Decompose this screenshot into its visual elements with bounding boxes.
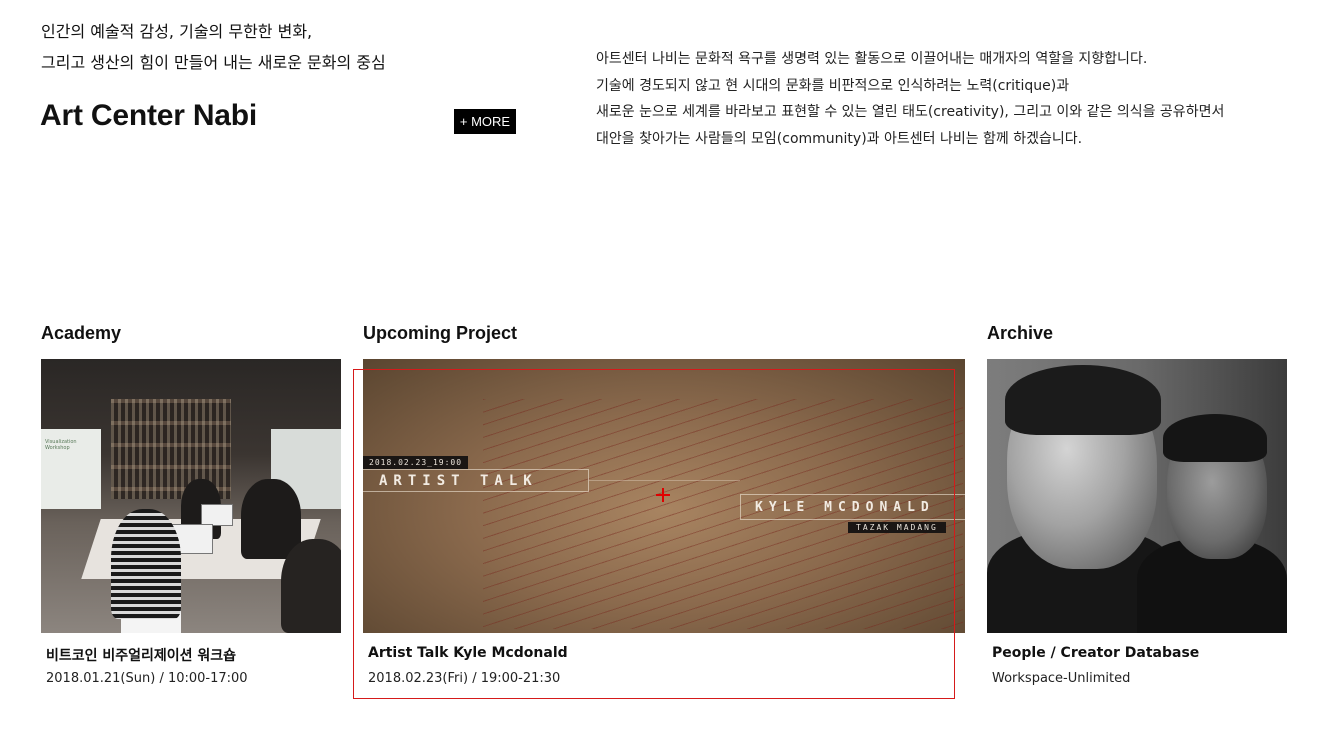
poster-venue-tag: TAZAK MADANG <box>848 522 946 533</box>
upcoming-date: 2018.02.23(Fri) / 19:00-21:30 <box>368 671 561 686</box>
screen-caption: Visualization Workshop <box>45 439 77 451</box>
more-button[interactable]: + MORE <box>454 109 516 134</box>
academy-date: 2018.01.21(Sun) / 10:00-17:00 <box>46 671 248 686</box>
archive-subtitle: Workspace-Unlimited <box>992 671 1131 686</box>
mission-line-1: 아트센터 나비는 문화적 욕구를 생명력 있는 활동으로 이끌어내는 매개자의 … <box>596 51 1148 67</box>
laptop <box>201 504 233 526</box>
archive-image[interactable] <box>987 359 1287 633</box>
poster-artist-label: KYLE MCDONALD <box>740 494 965 520</box>
archive-title[interactable]: People / Creator Database <box>992 645 1199 661</box>
intro-tagline: 인간의 예술적 감성, 기술의 무한한 변화, 그리고 생산의 힘이 만들어 내… <box>41 16 521 78</box>
academy-image[interactable]: Visualization Workshop <box>41 359 341 633</box>
page-title: Art Center Nabi <box>40 99 258 132</box>
academy-heading: Academy <box>41 323 122 343</box>
academy-title[interactable]: 비트코인 비주얼리제이션 워크숍 <box>46 645 236 665</box>
poster-talk-label: ARTIST TALK <box>363 469 589 492</box>
person-hair <box>1163 414 1267 462</box>
page: 인간의 예술적 감성, 기술의 무한한 변화, 그리고 생산의 힘이 만들어 내… <box>0 0 1327 756</box>
person <box>281 539 341 633</box>
tagline-line-2: 그리고 생산의 힘이 만들어 내는 새로운 문화의 중심 <box>41 53 386 72</box>
poster-connector-line <box>589 480 740 481</box>
mission-line-4: 대안을 찾아가는 사람들의 모임(community)과 아트센터 나비는 함께… <box>596 130 1083 147</box>
person <box>111 509 181 619</box>
mission-line-3: 새로운 눈으로 세계를 바라보고 표현할 수 있는 열린 태도(creativi… <box>596 104 1225 120</box>
poster-date-tag: 2018.02.23_19:00 <box>363 456 469 469</box>
projection-screen: Visualization Workshop <box>41 429 101 509</box>
mission-statement: 아트센터 나비는 문화적 욕구를 생명력 있는 활동으로 이끌어내는 매개자의 … <box>596 46 1296 152</box>
tagline-line-1: 인간의 예술적 감성, 기술의 무한한 변화, <box>41 22 313 41</box>
upcoming-image[interactable]: 2018.02.23_19:00 ARTIST TALK KYLE MCDONA… <box>363 359 965 633</box>
upcoming-heading: Upcoming Project <box>363 323 518 343</box>
person <box>241 479 301 559</box>
upcoming-title[interactable]: Artist Talk Kyle Mcdonald <box>368 645 568 661</box>
person-hair <box>1005 365 1161 435</box>
mission-line-2: 기술에 경도되지 않고 현 시대의 문화를 비판적으로 인식하려는 노력(cri… <box>596 77 1070 94</box>
archive-heading: Archive <box>987 323 1054 343</box>
